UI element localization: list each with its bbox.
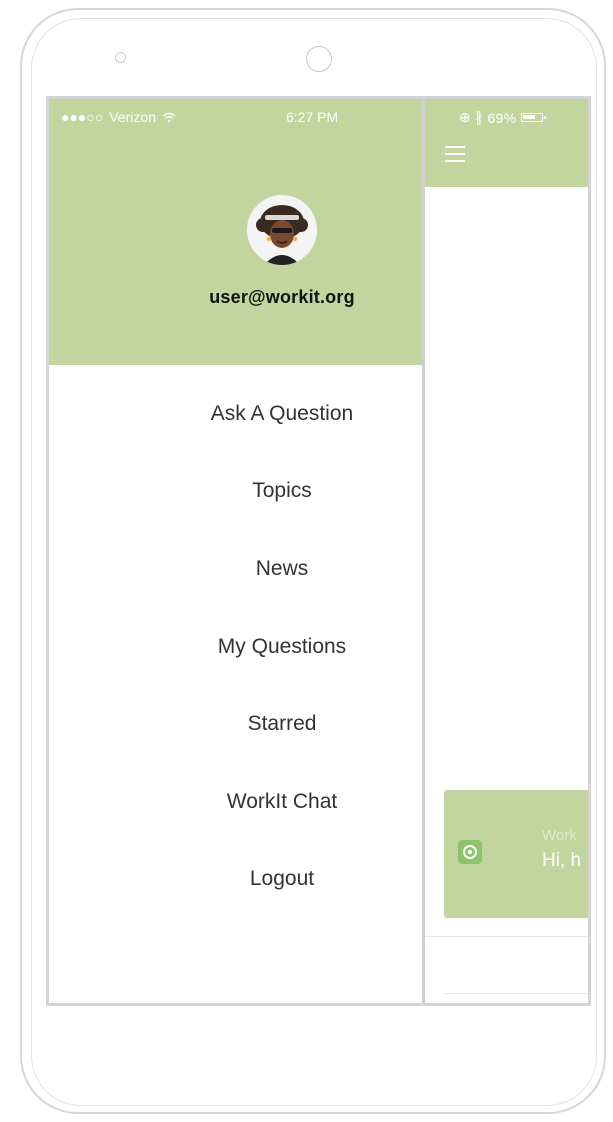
chat-sender: Work [542,827,577,844]
status-time: 6:27 PM [286,109,339,125]
navigation-drawer: ●●●○○ Verizon 6:27 PM user@workit.org As… [49,99,425,1003]
menu-item-topics[interactable]: Topics [49,453,515,531]
battery-percent: 69% [487,109,517,126]
menu-item-workit-chat[interactable]: WorkIt Chat [49,763,515,841]
sensor-icon [115,52,126,63]
status-icons: ⊕ ∦ [459,109,483,125]
menu-item-starred[interactable]: Starred [49,685,515,763]
camera-icon [306,46,332,72]
hamburger-menu-icon[interactable] [445,146,465,164]
status-bar-right: ⊕ ∦ 69% [459,109,547,126]
user-email: user@workit.org [209,287,355,307]
chat-message-preview: Hi, h [542,850,582,871]
wifi-icon [162,112,176,122]
battery-icon [521,113,547,122]
divider [425,936,588,937]
status-bar-left: ●●●○○ Verizon [61,109,176,125]
drawer-menu: Ask A Question Topics News My Questions … [49,365,515,918]
signal-strength-icon: ●●●○○ [61,109,104,125]
app-header: ⊕ ∦ 69% [425,99,588,187]
carrier-name: Verizon [109,109,156,125]
menu-item-ask-a-question[interactable]: Ask A Question [49,375,515,453]
menu-item-logout[interactable]: Logout [49,841,515,919]
user-avatar[interactable] [247,195,317,265]
drawer-header: ●●●○○ Verizon 6:27 PM user@workit.org [49,99,422,365]
menu-item-my-questions[interactable]: My Questions [49,608,515,686]
phone-screen: ⊕ ∦ 69% Work Hi, h ●●●○○ Verizon 6:27 PM… [46,96,591,1006]
menu-item-news[interactable]: News [49,530,515,608]
divider [445,993,588,994]
